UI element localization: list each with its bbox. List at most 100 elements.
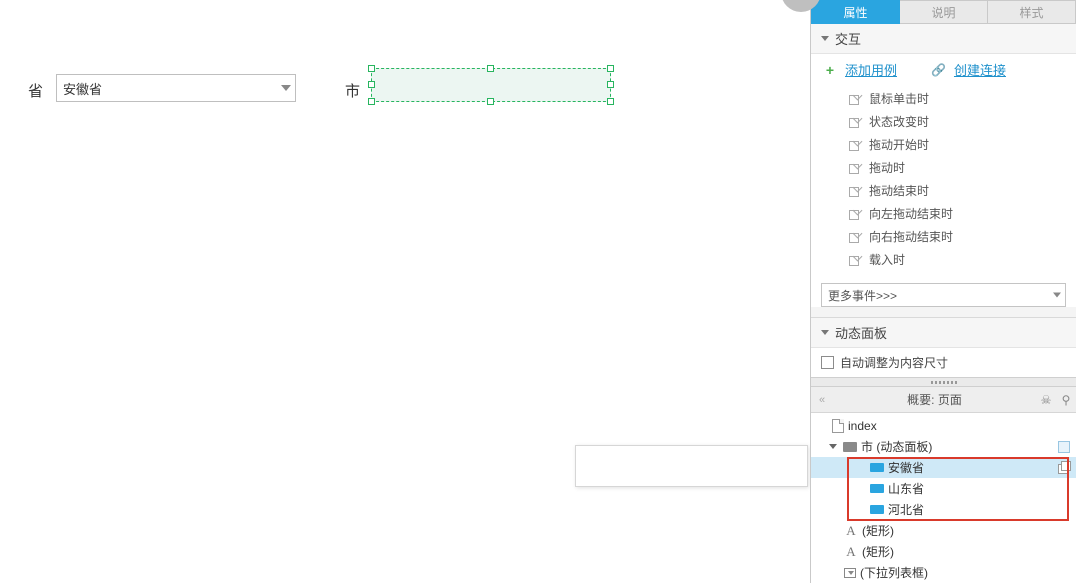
event-list: 鼠标单击时 状态改变时 拖动开始时 拖动时 拖动结束时 向左拖动结束时 向右拖动…: [811, 85, 1076, 277]
event-label: 拖动开始时: [869, 136, 929, 153]
tree-label: (矩形): [862, 543, 894, 560]
inspector-tabs: 属性 说明 样式: [811, 0, 1076, 24]
interaction-section: 交互 + 添加用例 🔗 创建连接 鼠标单击时 状态改变时 拖动开始时 拖动时 拖…: [811, 24, 1076, 307]
province-label: 省: [28, 80, 43, 101]
event-label: 载入时: [869, 251, 905, 268]
event-item[interactable]: 拖动时: [811, 156, 1076, 179]
tree-toggle[interactable]: [829, 444, 837, 449]
tree-label: (下拉列表框): [860, 564, 928, 581]
tab-notes[interactable]: 说明: [900, 0, 988, 24]
link-icon: 🔗: [931, 63, 946, 77]
tree-label: 市 (动态面板): [861, 438, 932, 455]
event-label: 状态改变时: [869, 113, 929, 130]
text-icon: A: [844, 523, 858, 539]
search-icon[interactable]: ⚲: [1056, 393, 1076, 407]
tree-toggle: [829, 568, 838, 577]
event-item[interactable]: 向左拖动结束时: [811, 202, 1076, 225]
tab-style[interactable]: 样式: [988, 0, 1076, 24]
create-link-link[interactable]: 创建连接: [954, 60, 1006, 79]
tab-attributes[interactable]: 属性: [811, 0, 900, 24]
event-icon: [849, 231, 861, 243]
tree-row-state[interactable]: 河北省: [811, 499, 1076, 520]
tree-row-page[interactable]: index: [811, 415, 1076, 436]
resize-handle[interactable]: [607, 81, 614, 88]
tree-label: 安徽省: [888, 459, 924, 476]
resize-handle[interactable]: [487, 65, 494, 72]
filter-icon[interactable]: ☠: [1036, 393, 1056, 407]
outline-tree: index 市 (动态面板) 安徽省 山东省 河北省 A (矩形): [811, 413, 1076, 585]
duplicate-icon[interactable]: [1058, 462, 1070, 474]
tree-row-rect[interactable]: A (矩形): [811, 541, 1076, 562]
event-item[interactable]: 拖动结束时: [811, 179, 1076, 202]
tree-row-droplist[interactable]: (下拉列表框): [811, 562, 1076, 583]
event-icon: [849, 254, 861, 266]
event-icon: [849, 162, 861, 174]
province-droplist-value: 安徽省: [63, 79, 102, 98]
chevron-down-icon: [1053, 293, 1061, 298]
toggle-visibility-icon[interactable]: [1058, 441, 1070, 453]
tree-row-state[interactable]: 山东省: [811, 478, 1076, 499]
resize-handle[interactable]: [368, 81, 375, 88]
tree-toggle: [855, 484, 864, 493]
state-icon: [870, 484, 884, 493]
chevron-down-icon: [821, 36, 829, 41]
tree-row-state[interactable]: 安徽省: [811, 457, 1076, 478]
auto-fit-label: 自动调整为内容尺寸: [840, 354, 948, 371]
resize-handle[interactable]: [607, 98, 614, 105]
more-events-dropdown[interactable]: 更多事件>>>: [821, 283, 1066, 307]
tree-label: 山东省: [888, 480, 924, 497]
dynamic-panel-header[interactable]: 动态面板: [811, 318, 1076, 348]
resize-handle[interactable]: [368, 65, 375, 72]
event-icon: [849, 208, 861, 220]
add-case-link[interactable]: 添加用例: [845, 60, 897, 79]
dynamic-panel-icon: [843, 442, 857, 452]
interaction-header[interactable]: 交互: [811, 24, 1076, 54]
tree-toggle: [855, 505, 864, 514]
event-label: 拖动结束时: [869, 182, 929, 199]
tree-label: (矩形): [862, 522, 894, 539]
plus-icon: +: [823, 62, 837, 78]
event-icon: [849, 185, 861, 197]
resize-handle[interactable]: [368, 98, 375, 105]
tree-label: 河北省: [888, 501, 924, 518]
tooltip-popup: [575, 445, 808, 487]
event-item[interactable]: 状态改变时: [811, 110, 1076, 133]
dynamic-panel-header-label: 动态面板: [835, 323, 887, 342]
interaction-actions-row: + 添加用例 🔗 创建连接: [811, 54, 1076, 85]
province-droplist[interactable]: 安徽省: [56, 74, 296, 102]
tree-toggle: [855, 463, 864, 472]
tree-toggle: [829, 526, 838, 535]
panel-splitter[interactable]: [811, 377, 1076, 387]
event-label: 拖动时: [869, 159, 905, 176]
event-icon: [849, 116, 861, 128]
tree-row-rect[interactable]: A (矩形): [811, 520, 1076, 541]
inspector-panel: 属性 说明 样式 交互 + 添加用例 🔗 创建连接 鼠标单击时 状态改变时 拖动…: [810, 0, 1076, 583]
event-item[interactable]: 拖动开始时: [811, 133, 1076, 156]
event-item[interactable]: 向右拖动结束时: [811, 225, 1076, 248]
interaction-header-label: 交互: [835, 29, 861, 48]
chevron-down-icon: [281, 85, 291, 91]
collapse-icon[interactable]: «: [811, 394, 833, 406]
event-label: 向左拖动结束时: [869, 205, 953, 222]
checkbox-icon[interactable]: [821, 356, 834, 369]
event-icon: [849, 93, 861, 105]
event-label: 鼠标单击时: [869, 90, 929, 107]
event-item[interactable]: 载入时: [811, 248, 1076, 271]
tree-row-panel[interactable]: 市 (动态面板): [811, 436, 1076, 457]
page-icon: [832, 419, 844, 433]
event-label: 向右拖动结束时: [869, 228, 953, 245]
dynamic-panel-section: 动态面板 自动调整为内容尺寸: [811, 317, 1076, 377]
text-icon: A: [844, 544, 858, 560]
auto-fit-row[interactable]: 自动调整为内容尺寸: [811, 348, 1076, 377]
canvas[interactable]: 省 安徽省 市: [0, 0, 810, 583]
event-icon: [849, 139, 861, 151]
resize-handle[interactable]: [487, 98, 494, 105]
outline-title: 概要: 页面: [833, 391, 1036, 408]
resize-handle[interactable]: [607, 65, 614, 72]
tree-label: index: [848, 419, 877, 433]
tree-toggle: [829, 547, 838, 556]
more-events-label: 更多事件>>>: [828, 287, 897, 304]
city-label: 市: [345, 80, 360, 101]
city-dynamic-panel-selection[interactable]: [371, 68, 611, 102]
event-item[interactable]: 鼠标单击时: [811, 87, 1076, 110]
